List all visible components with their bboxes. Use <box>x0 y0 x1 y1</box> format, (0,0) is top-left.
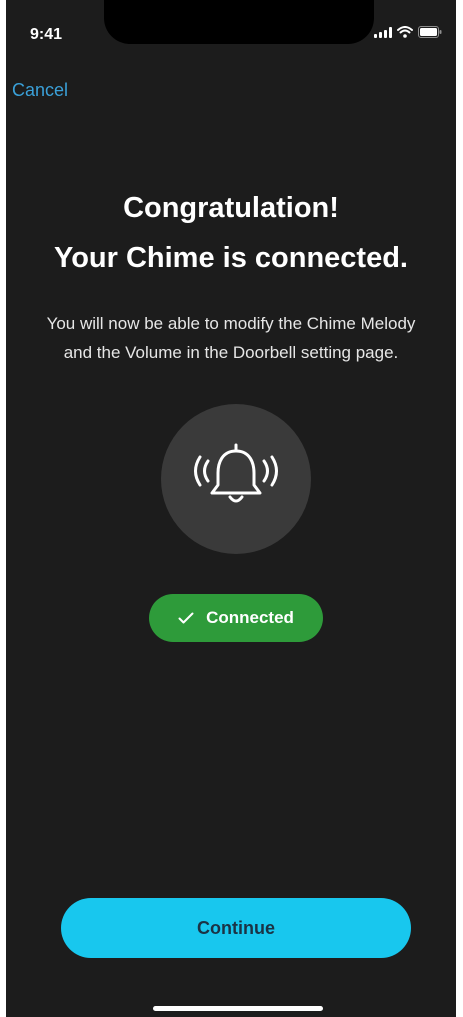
continue-button[interactable]: Continue <box>61 898 411 958</box>
status-icons <box>374 26 442 38</box>
page-title-line-1: Congratulation! <box>123 192 339 224</box>
connected-status-badge: Connected <box>149 594 323 642</box>
description-text: You will now be able to modify the Chime… <box>46 314 416 362</box>
status-badge-label: Connected <box>206 608 294 627</box>
bell-icon-container <box>161 404 311 554</box>
cancel-button[interactable]: Cancel <box>12 80 68 101</box>
wifi-icon <box>397 26 413 38</box>
status-time: 9:41 <box>30 26 63 43</box>
home-indicator[interactable] <box>153 1006 323 1011</box>
device-notch <box>104 0 374 44</box>
battery-icon <box>418 26 442 38</box>
ringing-bell-icon <box>188 437 284 522</box>
page-title-line-2: Your Chime is connected. <box>54 242 408 274</box>
phone-screen: 9:41 Cancel Congratulation! Your Chime i… <box>6 0 456 1017</box>
check-icon <box>178 612 194 624</box>
cellular-signal-icon <box>374 26 392 38</box>
